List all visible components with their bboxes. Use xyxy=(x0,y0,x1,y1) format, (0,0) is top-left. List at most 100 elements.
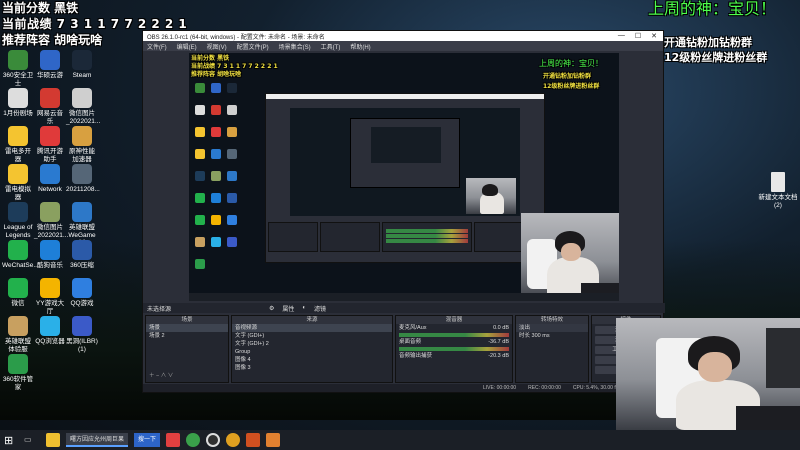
desktop-icon[interactable]: 酷狗音乐 xyxy=(34,240,66,270)
preview-desktop-icon xyxy=(211,215,221,225)
desktop-icon[interactable]: 20211208... xyxy=(66,164,100,194)
obs-menu-bar: 文件(F) 编辑(E) 视图(V) 配置文件(P) 场景集合(S) 工具(T) … xyxy=(143,41,663,51)
desktop-icon[interactable]: 网易云音乐 xyxy=(34,88,66,126)
overlay-fan-group-1: 开通钻粉加钻粉群 xyxy=(664,36,752,49)
app-icon xyxy=(8,316,28,336)
desktop-icon[interactable]: 英雄联盟体验服 xyxy=(2,316,34,354)
app-icon xyxy=(8,50,28,70)
source-item[interactable]: 图像 3 xyxy=(232,364,392,372)
nested-obs-window xyxy=(265,93,545,263)
maximize-icon[interactable]: ☐ xyxy=(635,32,641,40)
preview-desktop-icon xyxy=(195,171,205,181)
source-item[interactable]: 文字 (GDI+) 2 xyxy=(232,340,392,348)
nested-sources-dock xyxy=(320,222,380,252)
source-item[interactable]: 文字 (GDI+) xyxy=(232,332,392,340)
desktop-icon[interactable]: Network xyxy=(34,164,66,194)
mixer-track-output: 音频输出捕获 -20.3 dB xyxy=(399,353,509,359)
obs-preview-canvas[interactable]: 当前分数 黑铁 当前战绩 7 3 1 1 7 7 2 2 2 1 推荐阵容 胡啥… xyxy=(189,53,619,301)
taskbar-obs-icon[interactable] xyxy=(206,433,221,447)
desktop-icon[interactable]: 360软件管家 xyxy=(2,354,34,392)
menu-edit[interactable]: 编辑(E) xyxy=(177,42,197,51)
desktop-icon[interactable]: QQ浏览器 xyxy=(34,316,66,346)
desktop-icon[interactable]: 原神性能加速器 xyxy=(66,126,98,164)
source-item[interactable]: 音视频源 xyxy=(232,324,392,332)
preview-overlay-weekly-god: 上周的神：宝贝！ xyxy=(539,59,603,68)
scene-item[interactable]: 场景 xyxy=(146,324,228,332)
desktop-icon[interactable]: 1月份剧场 xyxy=(2,88,34,118)
desktop-icon[interactable]: 360压缩 xyxy=(66,240,98,270)
taskbar-app-folder-icon[interactable] xyxy=(266,433,281,447)
obs-title-bar[interactable]: OBS 26.1.0-rc1 (64-bit, windows) - 配置文件:… xyxy=(143,31,663,41)
audio-mixer-dock: 混音器 麦克风/Aux 0.0 dB 桌面音频 -36.7 dB 音频输出捕获 … xyxy=(395,315,513,383)
desktop-icon[interactable]: WeChatSe... xyxy=(2,240,39,270)
source-item[interactable]: 图像 4 xyxy=(232,356,392,364)
menu-profile[interactable]: 配置文件(P) xyxy=(237,42,269,51)
sources-header: 来源 xyxy=(232,316,392,324)
taskbar-app-yellow-icon[interactable] xyxy=(226,433,241,447)
preview-desktop-icon xyxy=(227,171,237,181)
desktop-icon[interactable]: League of Legends xyxy=(2,202,34,240)
menu-help[interactable]: 帮助(H) xyxy=(350,42,370,51)
desktop-icon[interactable]: 雷电多开器 xyxy=(2,126,34,164)
windows-taskbar: ⊞ ▭ 曙方因应允州周巨果 搜一下 xyxy=(0,430,800,450)
preview-desktop-icon xyxy=(195,215,205,225)
overlay-record: 当前战绩 7 3 1 1 7 7 2 2 2 1 xyxy=(2,17,188,31)
menu-scene-collection[interactable]: 场景集合(S) xyxy=(279,42,311,51)
desktop-icon-text-file[interactable]: 新建文本文档(2) xyxy=(756,172,800,210)
app-icon xyxy=(72,278,92,298)
preview-desktop-icon xyxy=(211,105,221,115)
nested-webcam xyxy=(466,178,516,214)
desktop-icon[interactable]: QQ游戏 xyxy=(66,278,98,308)
app-icon xyxy=(72,240,92,260)
desktop-icon[interactable]: 微信图片_2022021... xyxy=(66,88,100,126)
app-icon xyxy=(40,50,60,70)
desktop-icon[interactable]: 腾讯开游助手 xyxy=(34,126,66,164)
desktop-icon[interactable]: 微信图片_2022021... xyxy=(34,202,68,240)
taskbar-app-browser[interactable]: 曙方因应允州周巨果 xyxy=(66,433,129,447)
gear-icon[interactable]: ⚙ xyxy=(269,305,274,312)
app-icon xyxy=(8,240,28,260)
filter-icon[interactable]: ◐ xyxy=(302,305,306,311)
menu-file[interactable]: 文件(F) xyxy=(147,42,167,51)
taskbar-app-search[interactable]: 搜一下 xyxy=(134,433,161,447)
start-button[interactable]: ⊞ xyxy=(4,434,18,447)
overlay-lineup: 推荐阵容 胡啥玩啥 xyxy=(2,33,103,47)
desktop-icon[interactable]: YY游戏大厅 xyxy=(34,278,66,316)
preview-taskbar xyxy=(189,293,619,301)
desktop-icon[interactable]: 360安全卫士 xyxy=(2,50,34,88)
desktop-icon[interactable]: 华硕云游 xyxy=(34,50,66,80)
scene-item[interactable]: 场景 2 xyxy=(146,332,228,340)
mixer-track-mic: 麦克风/Aux 0.0 dB xyxy=(399,325,509,331)
transition-duration[interactable]: 时长 300 ms xyxy=(516,332,588,340)
taskbar-app-orange-icon[interactable] xyxy=(246,433,261,447)
file-explorer-icon[interactable] xyxy=(46,433,60,447)
transition-select[interactable]: 淡出 xyxy=(516,324,588,332)
transitions-dock: 转场特效 淡出 时长 300 ms xyxy=(515,315,589,383)
filters-button[interactable]: 滤镜 xyxy=(314,304,326,313)
text-file-icon xyxy=(771,172,785,192)
menu-tools[interactable]: 工具(T) xyxy=(321,42,341,51)
source-item[interactable]: Group xyxy=(232,348,392,356)
preview-overlay-lineup: 推荐阵容 胡啥玩啥 xyxy=(191,71,242,78)
preview-desktop-icon xyxy=(227,149,237,159)
menu-view[interactable]: 视图(V) xyxy=(207,42,227,51)
nested-preview-2 xyxy=(371,127,441,163)
desktop-icon[interactable]: 微信 xyxy=(2,278,34,308)
obs-window[interactable]: OBS 26.1.0-rc1 (64-bit, windows) - 配置文件:… xyxy=(142,30,665,393)
task-view-icon[interactable]: ▭ xyxy=(24,433,40,447)
minimize-icon[interactable]: — xyxy=(618,32,625,40)
desktop-icon[interactable]: 雷电模拟器 xyxy=(2,164,34,202)
preview-desktop-icon xyxy=(211,127,221,137)
taskbar-app-green-icon[interactable] xyxy=(186,433,201,447)
desktop-icon[interactable]: 黑洞(ILBR)(1) xyxy=(66,316,98,354)
preview-desktop-icon xyxy=(195,193,205,203)
preview-desktop-icon xyxy=(227,215,237,225)
properties-button[interactable]: 属性 xyxy=(282,304,294,313)
nested-mixer-dock xyxy=(382,222,472,252)
preview-desktop-icon xyxy=(227,127,237,137)
scene-controls[interactable]: ＋ − ∧ ∨ xyxy=(146,372,176,380)
app-icon xyxy=(40,316,60,336)
close-icon[interactable]: ✕ xyxy=(651,32,657,40)
desktop-icon[interactable]: Steam xyxy=(66,50,98,80)
taskbar-app-red-icon[interactable] xyxy=(166,433,181,447)
